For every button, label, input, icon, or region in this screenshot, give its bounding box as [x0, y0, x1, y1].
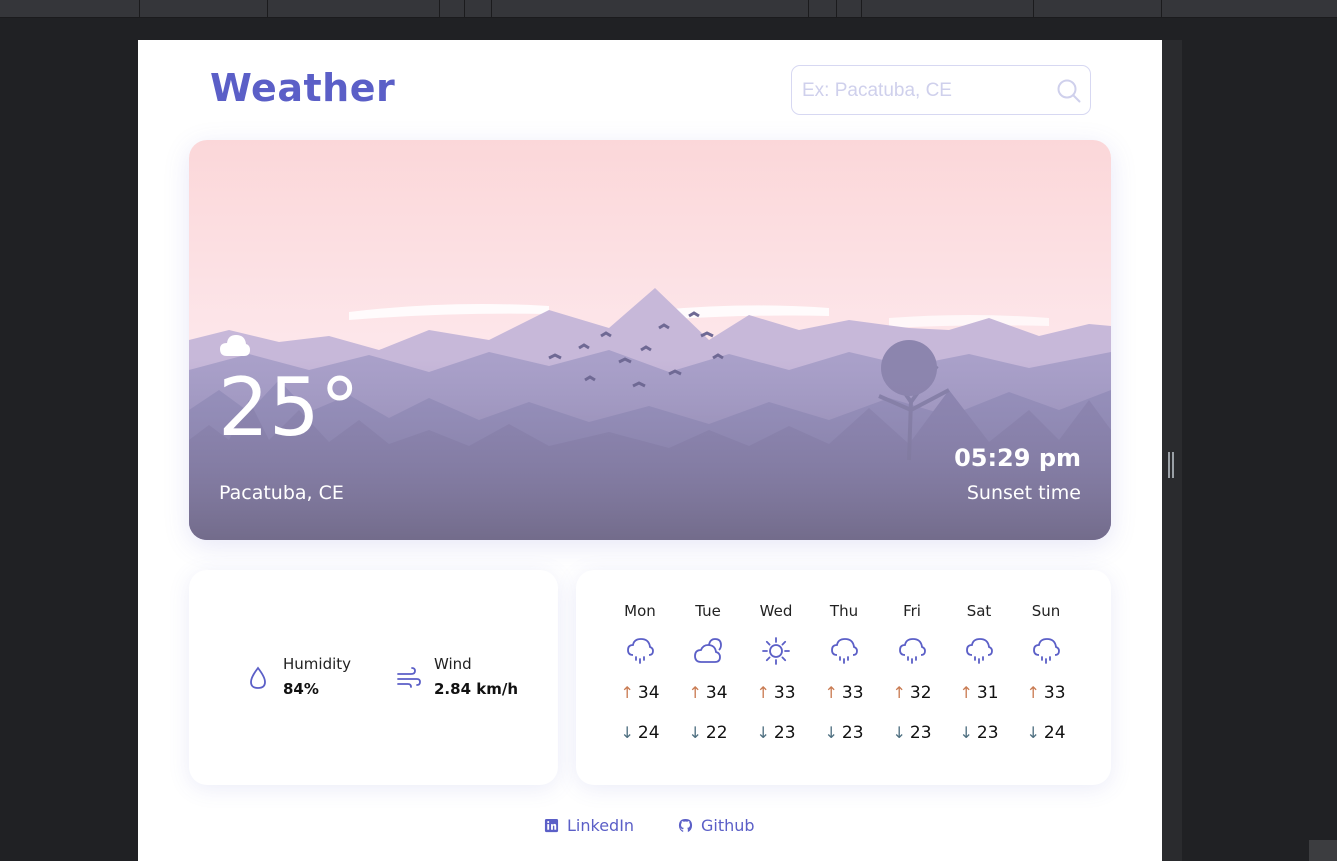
- high-temp: ↑ 34: [620, 683, 660, 703]
- forecast-day-mon: Mon ↑ 34 ↓ 24: [610, 602, 670, 762]
- wind-icon: [397, 667, 421, 688]
- search-box[interactable]: [791, 65, 1091, 115]
- sun-icon: [762, 637, 790, 665]
- cloud-rain-icon: [899, 638, 926, 664]
- cloud-rain-icon: [966, 638, 993, 664]
- stats-card: Humidity 84% Wind 2.84 km/h: [189, 570, 558, 785]
- humidity-value: 84%: [283, 680, 319, 698]
- search-icon[interactable]: [1056, 78, 1082, 104]
- high-temp: ↑ 31: [959, 683, 999, 703]
- linkedin-link[interactable]: LinkedIn: [544, 816, 634, 835]
- wind-label: Wind: [434, 655, 472, 673]
- github-icon: [678, 818, 693, 833]
- arrow-up-icon: ↑: [756, 683, 770, 702]
- arrow-down-icon: ↓: [756, 723, 770, 742]
- arrow-down-icon: ↓: [824, 723, 838, 742]
- low-temp: ↓ 23: [824, 723, 864, 743]
- low-temp: ↓ 24: [620, 723, 660, 743]
- devtools-toolbar: [0, 0, 1337, 18]
- day-name: Fri: [903, 602, 921, 620]
- day-name: Tue: [695, 602, 721, 620]
- arrow-up-icon: ↑: [892, 683, 906, 702]
- high-temp: ↑ 33: [824, 683, 864, 703]
- forecast-card: Mon ↑ 34 ↓ 24 Tue ↑ 34 ↓ 22 Wed ↑ 33 ↓ 23: [576, 570, 1111, 785]
- landscape-background: [189, 140, 1111, 540]
- forecast-day-tue: Tue ↑ 34 ↓ 22: [678, 602, 738, 762]
- forecast-day-sat: Sat ↑ 31 ↓ 23: [949, 602, 1009, 762]
- arrow-up-icon: ↑: [824, 683, 838, 702]
- current-temperature: 25°: [218, 361, 360, 454]
- sunset-label: Sunset time: [966, 482, 1081, 504]
- cloud-sun-icon: [694, 638, 722, 663]
- arrow-down-icon: ↓: [1026, 723, 1040, 742]
- high-temp: ↑ 33: [756, 683, 796, 703]
- arrow-down-icon: ↓: [959, 723, 973, 742]
- high-temp: ↑ 33: [1026, 683, 1066, 703]
- linkedin-icon: [544, 818, 559, 833]
- low-temp: ↓ 23: [959, 723, 999, 743]
- low-temp: ↓ 23: [892, 723, 932, 743]
- corner-tab: [1309, 840, 1337, 861]
- forecast-day-wed: Wed ↑ 33 ↓ 23: [746, 602, 806, 762]
- day-name: Sun: [1031, 602, 1061, 620]
- sunset-time: 05:29 pm: [954, 444, 1081, 472]
- day-name: Wed: [759, 602, 793, 620]
- humidity-label: Humidity: [283, 655, 352, 673]
- arrow-down-icon: ↓: [620, 723, 634, 742]
- day-name: Sat: [966, 602, 992, 620]
- high-temp: ↑ 34: [688, 683, 728, 703]
- arrow-up-icon: ↑: [620, 683, 634, 702]
- arrow-up-icon: ↑: [688, 683, 702, 702]
- low-temp: ↓ 22: [688, 723, 728, 743]
- search-input[interactable]: [802, 78, 1042, 104]
- low-temp: ↓ 23: [756, 723, 796, 743]
- cloud-rain-icon: [831, 638, 858, 664]
- cloud-rain-icon: [1033, 638, 1060, 664]
- cloud-rain-icon: [627, 638, 654, 664]
- arrow-up-icon: ↑: [959, 683, 973, 702]
- droplet-icon: [250, 666, 266, 689]
- github-link[interactable]: Github: [678, 816, 755, 835]
- cloud-icon: [220, 335, 250, 356]
- location-label: Pacatuba, CE: [219, 482, 344, 504]
- wind-stat: Wind 2.84 km/h: [396, 655, 536, 705]
- forecast-day-fri: Fri ↑ 32 ↓ 23: [882, 602, 942, 762]
- current-weather-card: 25° Pacatuba, CE 05:29 pm Sunset time: [189, 140, 1111, 540]
- day-name: Mon: [624, 602, 656, 620]
- humidity-stat: Humidity 84%: [245, 655, 365, 705]
- forecast-day-sun: Sun ↑ 33 ↓ 24: [1016, 602, 1076, 762]
- arrow-up-icon: ↑: [1026, 683, 1040, 702]
- viewport-gutter: [1162, 40, 1182, 861]
- footer: LinkedIn Github: [138, 816, 1162, 840]
- high-temp: ↑ 32: [892, 683, 932, 703]
- app-title: Weather: [210, 66, 396, 110]
- low-temp: ↓ 24: [1026, 723, 1066, 743]
- arrow-down-icon: ↓: [688, 723, 702, 742]
- arrow-down-icon: ↓: [892, 723, 906, 742]
- day-name: Thu: [829, 602, 859, 620]
- resize-handle[interactable]: [1168, 452, 1174, 478]
- forecast-day-thu: Thu ↑ 33 ↓ 23: [814, 602, 874, 762]
- wind-value: 2.84 km/h: [434, 680, 518, 698]
- app-page: Weather Ex: Pacatuba, CE 25° Pacatuba, C…: [138, 40, 1162, 861]
